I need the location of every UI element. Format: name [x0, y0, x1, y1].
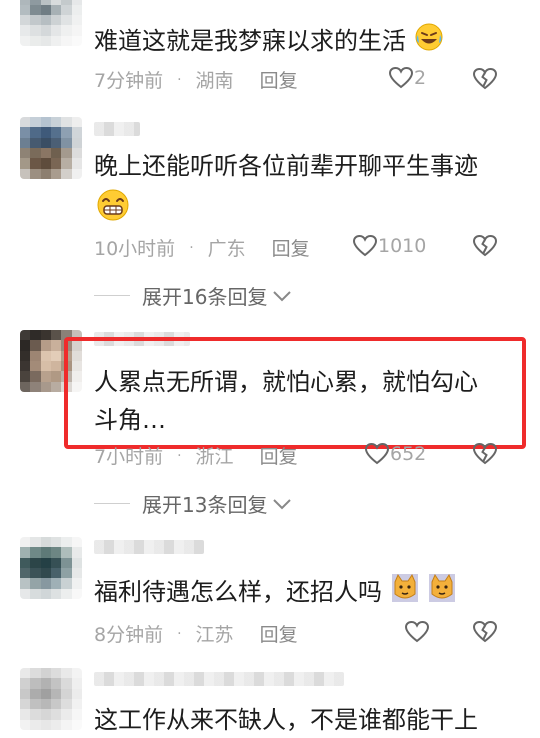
avatar[interactable] — [20, 537, 82, 599]
rofl-emoji — [414, 22, 444, 62]
broken-heart-icon — [472, 67, 498, 90]
cat-emoji — [427, 572, 457, 614]
grin-emoji — [96, 188, 130, 226]
comment-text-line1: 人累点无所谓，就怕心累，就怕勾心 — [94, 368, 478, 396]
comment-location: 广东 — [207, 238, 246, 260]
cat-emoji — [390, 572, 420, 614]
like-button[interactable] — [404, 620, 430, 644]
comment-meta: 7分钟前 · 湖南 回复 — [94, 66, 298, 93]
comment-location: 湖南 — [195, 70, 234, 92]
meta-dot: · — [177, 71, 182, 88]
comment-time: 7小时前 — [94, 446, 164, 468]
meta-dot: · — [177, 625, 182, 642]
comment-location: 浙江 — [195, 446, 234, 468]
comment-meta: 7小时前 · 浙江 回复 — [94, 442, 298, 469]
username-blurred[interactable] — [94, 122, 140, 136]
meta-dot: · — [189, 239, 194, 256]
heart-icon — [388, 66, 414, 89]
avatar[interactable] — [20, 668, 82, 730]
expand-replies-button[interactable]: 展开13条回复 — [94, 489, 293, 518]
comment-time: 7分钟前 — [94, 70, 164, 92]
dislike-button[interactable] — [472, 67, 498, 95]
like-button[interactable]: 652 — [364, 442, 426, 466]
reply-button[interactable]: 回复 — [260, 442, 298, 469]
divider-line — [94, 295, 130, 296]
comment-location: 江苏 — [195, 624, 234, 646]
expand-replies-label: 展开13条回复 — [142, 493, 268, 517]
reply-button[interactable]: 回复 — [260, 66, 298, 93]
dislike-button[interactable] — [472, 620, 498, 648]
comment-text: 难道这就是我梦寐以求的生活 — [94, 22, 444, 62]
avatar[interactable] — [20, 117, 82, 179]
heart-icon — [364, 442, 390, 465]
like-button[interactable]: 2 — [388, 66, 426, 90]
expand-replies-button[interactable]: 展开16条回复 — [94, 281, 293, 310]
username-blurred[interactable] — [94, 672, 344, 686]
username-blurred[interactable] — [94, 540, 204, 554]
like-count: 2 — [414, 67, 427, 89]
comment-text: 福利待遇怎么样，还招人吗 — [94, 572, 457, 614]
chevron-down-icon — [273, 290, 292, 301]
heart-icon — [352, 234, 378, 257]
broken-heart-icon — [472, 234, 498, 257]
dislike-button[interactable] — [472, 442, 498, 470]
comment-text: 这工作从来不缺人，不是谁都能干上 — [94, 706, 478, 734]
avatar[interactable] — [20, 0, 82, 46]
broken-heart-icon — [472, 620, 498, 643]
divider-line — [94, 503, 130, 504]
comment-time: 10小时前 — [94, 238, 176, 260]
like-count: 1010 — [378, 235, 427, 257]
like-count: 652 — [390, 443, 427, 465]
comment-meta: 10小时前 · 广东 回复 — [94, 234, 310, 261]
chevron-down-icon — [273, 498, 292, 509]
reply-button[interactable]: 回复 — [272, 234, 310, 261]
meta-dot: · — [177, 447, 182, 464]
expand-replies-label: 展开16条回复 — [142, 285, 268, 309]
reply-button[interactable]: 回复 — [260, 620, 298, 647]
comment-text: 晚上还能听听各位前辈开聊平生事迹 — [94, 152, 478, 180]
heart-icon — [404, 620, 430, 643]
like-button[interactable]: 1010 — [352, 234, 426, 258]
comment-time: 8分钟前 — [94, 624, 164, 646]
comment-text-line2: 斗角… — [94, 406, 166, 434]
comment-meta: 8分钟前 · 江苏 回复 — [94, 620, 298, 647]
dislike-button[interactable] — [472, 234, 498, 262]
broken-heart-icon — [472, 442, 498, 465]
